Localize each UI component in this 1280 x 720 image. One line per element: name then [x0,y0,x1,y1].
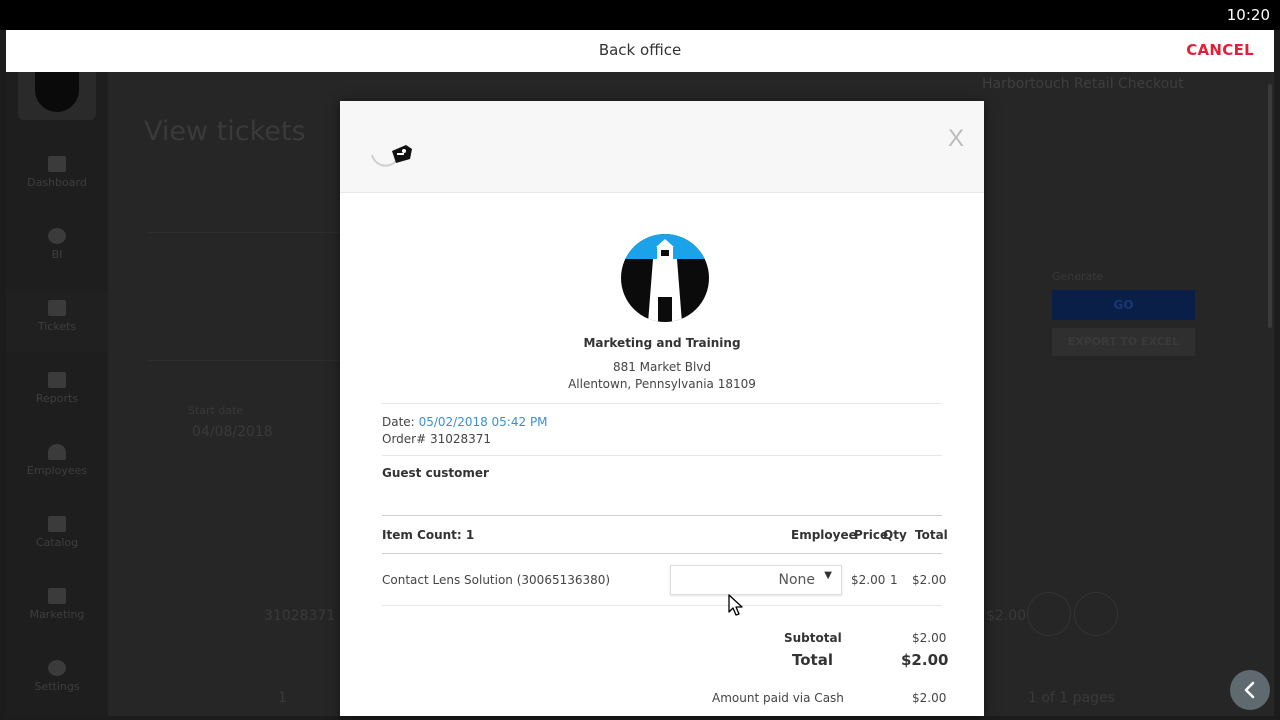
caret-down-icon: ▼ [824,570,832,581]
app-bar-title: Back office [598,41,682,59]
back-fab-button[interactable] [1230,670,1270,710]
col-qty: Qty [883,528,907,542]
bg-go-button: GO [1052,290,1195,320]
divider [382,553,942,554]
bg-sidebar: Dashboard BI Tickets Reports Employees C… [6,72,108,716]
item-qty: 1 [890,573,898,587]
divider [382,515,942,516]
store-logo [621,234,709,322]
modal-header: X [340,101,984,193]
date-label: Date: [382,415,415,429]
store-address-line1: 881 Market Blvd [612,360,712,374]
tag-icon [48,588,66,604]
item-name: Contact Lens Solution (30065136380) [382,573,611,587]
employee-select[interactable]: None ▼ [670,565,842,595]
bg-scrollbar [1268,84,1272,328]
subtotal-value: $2.00 [912,631,947,645]
bg-start-date-label: Start date [188,404,244,417]
store-address-line2: Allentown, Pennsylvania 18109 [568,377,756,391]
total-value: $2.00 [901,651,949,669]
paid-label: Amount paid via Cash [712,691,844,705]
gear-icon [48,660,66,676]
bg-nav-marketing: Marketing [6,580,108,640]
bg-nav-employees: Employees [6,436,108,496]
bg-nav-reports: Reports [6,364,108,424]
tickets-icon [48,300,66,316]
app-bar: Back office CANCEL [6,30,1274,72]
list-icon [48,516,66,532]
receipt-order: Order# 31028371 [382,432,491,446]
item-total: $2.00 [912,573,947,587]
col-employee: Employee [791,528,857,542]
bg-nav-catalog: Catalog [6,508,108,568]
person-icon [48,444,66,460]
paid-value: $2.00 [912,691,947,705]
dashboard-icon [48,156,66,172]
bg-nav-dashboard: Dashboard [6,148,108,208]
bg-pager-num: 1 [278,690,287,706]
customer-name: Guest customer [382,466,489,480]
bg-nav-bi: BI [6,220,108,280]
status-clock: 10:20 [1226,6,1270,24]
store-name: Marketing and Training [583,336,741,350]
bg-logo [18,72,96,120]
item-price: $2.00 [851,573,886,587]
bg-pager: 1 of 1 pages [1028,690,1115,706]
date-value: 05/02/2018 05:42 PM [418,415,548,429]
bg-row-total: $2.00 [986,608,1027,624]
order-label: Order# [382,432,427,446]
chevron-left-icon [1244,681,1255,699]
bg-generate-label: Generate [1052,270,1104,283]
col-total: Total [915,528,948,542]
bg-start-date-value: 04/08/2018 [192,424,273,440]
bg-nav-settings: Settings [6,652,108,712]
lightbulb-icon [48,228,66,244]
item-count: Item Count: 1 [382,528,475,542]
bg-row-order: 31028371 [264,608,336,624]
subtotal-label: Subtotal [784,631,842,645]
total-label: Total [792,651,833,669]
status-bar: 10:20 [0,0,1280,30]
bg-delete-icon [1074,592,1118,636]
tag-icon [371,145,412,167]
bg-page-title: View tickets [144,116,306,147]
divider [382,455,942,456]
bg-view-icon [1027,592,1071,636]
divider [382,605,942,606]
receipt-modal: X Marketing and Training 881 Market Blvd… [340,101,984,716]
employee-select-value: None [778,572,815,588]
modal-close-button[interactable]: X [948,125,964,153]
bg-nav-tickets: Tickets [6,292,108,352]
order-number: 31028371 [429,432,492,446]
bg-divider [148,360,348,361]
receipt-date: Date: 05/02/2018 05:42 PM [382,415,548,429]
mouse-cursor-icon [728,594,743,616]
bg-app-name: Harbortouch Retail Checkout [982,76,1184,92]
bg-divider [148,232,348,233]
divider [382,403,942,404]
cancel-button[interactable]: CANCEL [1186,41,1254,59]
bg-export-button: EXPORT TO EXCEL [1052,328,1195,356]
bar-chart-icon [48,372,66,388]
